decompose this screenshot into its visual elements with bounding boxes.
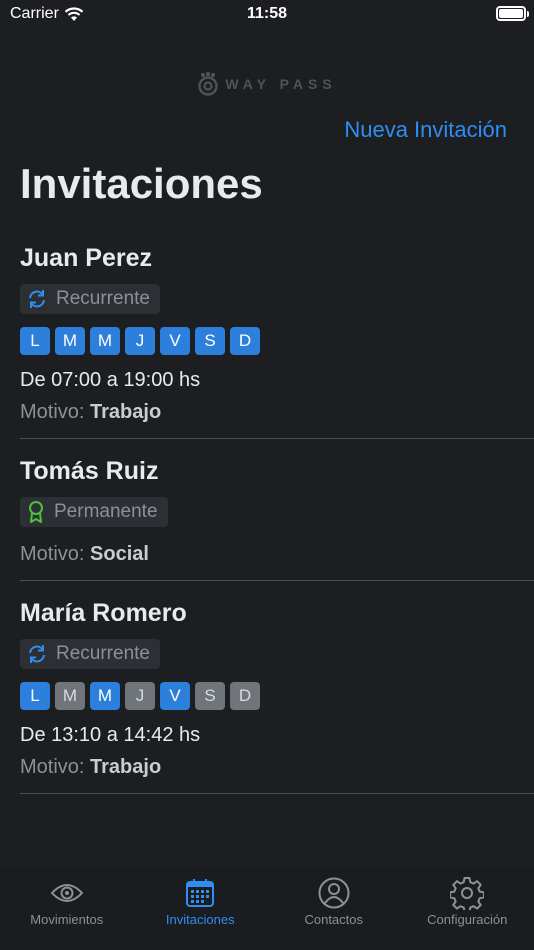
tab-bar: Movimientos Invitaciones Contactos Confi… [0, 868, 534, 950]
weekday-chip: M [90, 682, 120, 710]
brand-logo: WAY PASS [0, 72, 534, 96]
reason-row: Motivo: Trabajo [20, 401, 514, 424]
brand-name: WAY PASS [225, 76, 337, 92]
tab-label: Movimientos [30, 912, 104, 927]
status-bar: Carrier 11:58 [0, 0, 534, 30]
eye-icon [50, 884, 84, 902]
invitation-list: Juan Perez Recurrente L M M J V S D De 0… [0, 232, 534, 794]
clock: 11:58 [246, 5, 288, 22]
tab-configuracion[interactable]: Configuración [401, 868, 534, 950]
calendar-icon [186, 879, 215, 907]
tab-label: Invitaciones [165, 912, 235, 927]
weekday-chip: S [195, 327, 225, 355]
reason-value: Trabajo [90, 401, 162, 423]
recurring-arrows-icon [29, 645, 45, 663]
invitation-card[interactable]: Tomás Ruiz Permanente Motivo: Social [20, 439, 534, 581]
page-title: Invitaciones [20, 160, 263, 207]
reason-label: Motivo: [20, 401, 85, 423]
weekday-chip: M [55, 682, 85, 710]
invitation-type-badge: Recurrente [20, 639, 160, 669]
invitation-card[interactable]: María Romero Recurrente L M M J V S D De… [20, 581, 534, 794]
award-ribbon-icon [29, 501, 43, 523]
weekday-chip: D [230, 682, 260, 710]
reason-value: Social [90, 543, 149, 565]
weekday-chip: M [55, 327, 85, 355]
contact-person-icon [318, 877, 350, 909]
battery-icon [496, 6, 529, 21]
reason-row: Motivo: Trabajo [20, 756, 514, 779]
reason-value: Trabajo [90, 756, 162, 778]
invitation-type-label: Recurrente [56, 643, 150, 664]
weekday-chip: L [20, 682, 50, 710]
reason-label: Motivo: [20, 756, 85, 778]
invitee-name: Tomás Ruiz [20, 457, 159, 485]
weekday-chip: L [20, 327, 50, 355]
invitation-type-badge: Permanente [20, 497, 168, 527]
tab-label: Contactos [304, 912, 364, 927]
weekday-chip: S [195, 682, 225, 710]
invitation-card[interactable]: Juan Perez Recurrente L M M J V S D De 0… [20, 232, 534, 439]
reason-row: Motivo: Social [20, 543, 514, 566]
tab-contactos[interactable]: Contactos [267, 868, 401, 950]
tab-movimientos[interactable]: Movimientos [0, 868, 134, 950]
invitee-name: Juan Perez [20, 244, 153, 272]
weekday-chip: M [90, 327, 120, 355]
invitation-type-label: Permanente [54, 501, 158, 522]
weekday-row: L M M J V S D [20, 327, 514, 355]
schedule-text: De 13:10 a 14:42 hs [20, 724, 201, 746]
weekday-row: L M M J V S D [20, 682, 514, 710]
weekday-chip: V [160, 682, 190, 710]
weekday-chip: V [160, 327, 190, 355]
invitee-name: María Romero [20, 599, 187, 627]
new-invitation-button[interactable]: Nueva Invitación [344, 117, 507, 143]
schedule-text: De 07:00 a 19:00 hs [20, 369, 201, 391]
logo-mark-icon [198, 72, 219, 96]
invitation-type-badge: Recurrente [20, 284, 160, 314]
weekday-chip: J [125, 327, 155, 355]
weekday-chip: D [230, 327, 260, 355]
tab-label: Configuración [427, 912, 508, 927]
gear-icon [450, 877, 485, 910]
tab-invitaciones[interactable]: Invitaciones [134, 868, 268, 950]
weekday-chip: J [125, 682, 155, 710]
recurring-arrows-icon [29, 290, 45, 308]
invitation-type-label: Recurrente [56, 288, 150, 309]
reason-label: Motivo: [20, 543, 85, 565]
